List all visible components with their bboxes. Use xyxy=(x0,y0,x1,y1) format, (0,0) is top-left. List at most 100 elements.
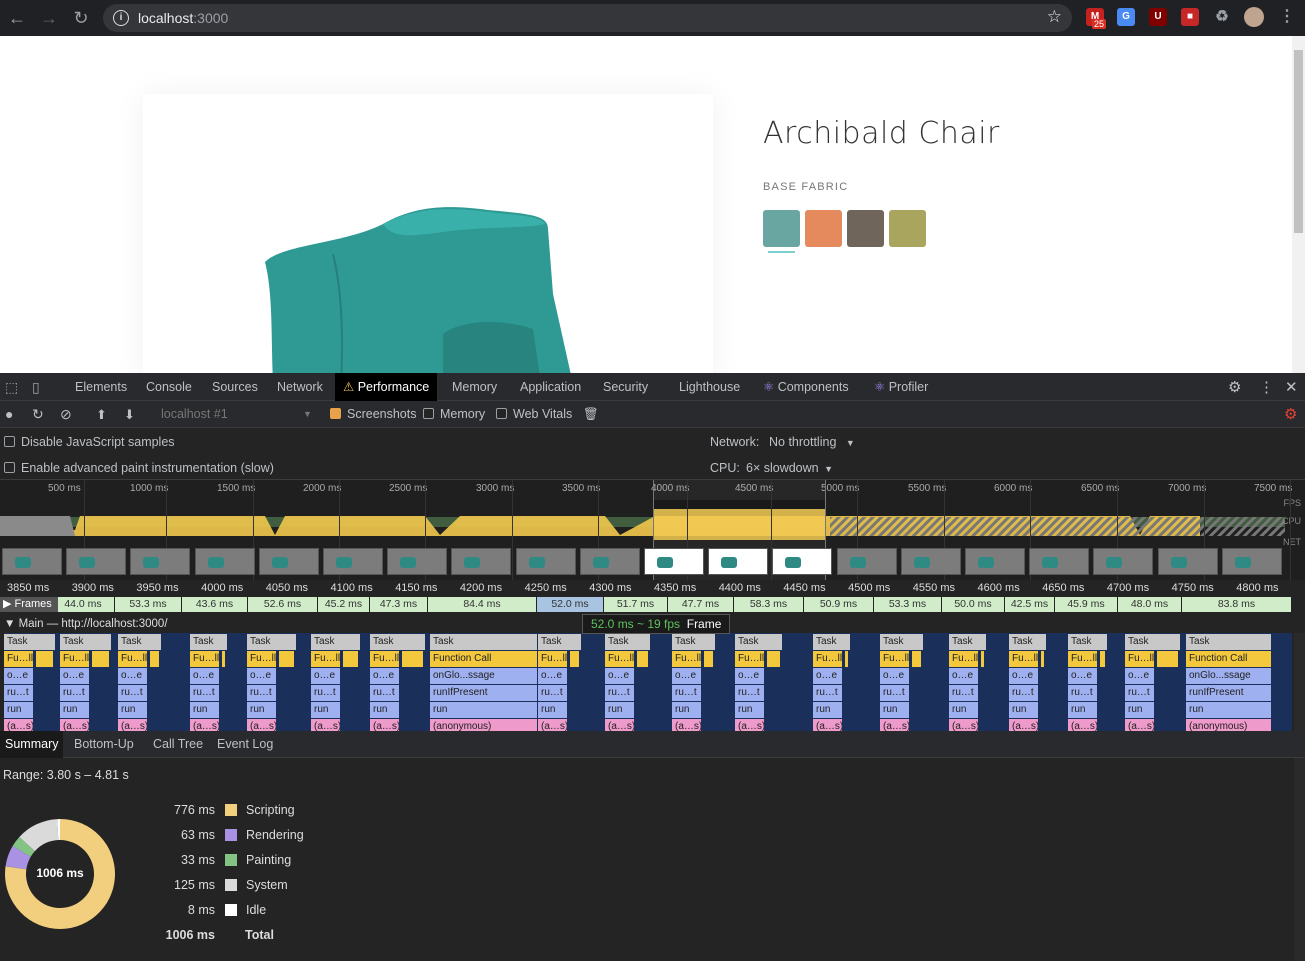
record-icon[interactable]: ● xyxy=(5,401,13,428)
ublock-extension-icon[interactable]: U xyxy=(1149,8,1167,26)
run-if-present-block[interactable]: ru…t xyxy=(311,685,341,701)
forward-icon[interactable]: → xyxy=(38,7,60,29)
reload-icon[interactable]: ↻ xyxy=(70,7,92,29)
anonymous-block[interactable]: (a…s) xyxy=(1125,719,1155,731)
tab-elements[interactable]: Elements xyxy=(75,373,127,401)
on-global-message-block[interactable]: o…e xyxy=(1009,668,1039,684)
advanced-paint-checkbox[interactable]: Enable advanced paint instrumentation (s… xyxy=(4,461,274,475)
frame-bar[interactable]: 51.7 ms xyxy=(604,597,668,612)
run-if-present-block[interactable]: ru…t xyxy=(1068,685,1098,701)
profile-select[interactable]: localhost #1 xyxy=(161,401,228,428)
run-if-present-block[interactable]: ru…t xyxy=(538,685,568,701)
filmstrip-screenshot[interactable] xyxy=(644,548,704,575)
task-block[interactable]: Task xyxy=(190,634,228,650)
tab-sources[interactable]: Sources xyxy=(212,373,258,401)
frame-bar[interactable]: 84.4 ms xyxy=(428,597,537,612)
run-if-present-block[interactable]: ru…t xyxy=(247,685,277,701)
frame-bar[interactable]: 43.6 ms xyxy=(182,597,248,612)
run-block[interactable]: run xyxy=(1125,702,1155,718)
on-global-message-block[interactable]: o…e xyxy=(813,668,843,684)
task-block[interactable]: Task xyxy=(60,634,112,650)
swatch-orange[interactable] xyxy=(805,210,842,247)
microtask-block[interactable] xyxy=(637,651,649,667)
task-block[interactable]: Task xyxy=(1186,634,1272,650)
redux-extension-icon[interactable]: ■ xyxy=(1181,8,1199,26)
microtask-block[interactable] xyxy=(845,651,849,667)
task-block[interactable]: Task xyxy=(1125,634,1181,650)
run-if-present-block[interactable]: ru…t xyxy=(118,685,148,701)
function-call-block[interactable]: Function Call xyxy=(1186,651,1272,667)
frame-bar[interactable]: 45.9 ms xyxy=(1055,597,1118,612)
on-global-message-block[interactable]: onGlo...ssage xyxy=(1186,668,1272,684)
anonymous-block[interactable]: (a…s) xyxy=(1009,719,1039,731)
on-global-message-block[interactable]: o…e xyxy=(311,668,341,684)
anonymous-block[interactable]: (a…s) xyxy=(880,719,910,731)
profile-avatar[interactable] xyxy=(1244,7,1264,27)
run-block[interactable]: run xyxy=(672,702,702,718)
task-block[interactable]: Task xyxy=(735,634,783,650)
frames-track[interactable]: 44.0 ms 53.3 ms 43.6 ms 52.6 ms 45.2 ms 47.3 … xyxy=(0,596,1305,613)
task-block[interactable]: Task xyxy=(1009,634,1047,650)
tab-network[interactable]: Network xyxy=(277,373,323,401)
inspect-element-icon[interactable]: ⬚ xyxy=(5,373,18,401)
anonymous-block[interactable]: (a…s) xyxy=(672,719,702,731)
anonymous-block[interactable]: (a…s) xyxy=(60,719,90,731)
anonymous-block[interactable]: (a…s) xyxy=(247,719,277,731)
filmstrip-screenshot[interactable] xyxy=(1221,548,1282,575)
run-if-present-block[interactable]: ru…t xyxy=(605,685,635,701)
run-block[interactable]: run xyxy=(880,702,910,718)
scrollbar-thumb[interactable] xyxy=(1294,50,1303,233)
run-block[interactable]: run xyxy=(605,702,635,718)
tab-security[interactable]: Security xyxy=(603,373,648,401)
function-call-block[interactable]: Function Call xyxy=(430,651,538,667)
screenshots-checkbox[interactable]: Screenshots xyxy=(330,401,416,428)
tab-event-log[interactable]: Event Log xyxy=(217,731,273,758)
anonymous-block[interactable]: (a…s) xyxy=(190,719,220,731)
function-call-block[interactable]: Fu…ll xyxy=(880,651,910,667)
task-block[interactable]: Task xyxy=(430,634,538,650)
on-global-message-block[interactable]: o…e xyxy=(949,668,979,684)
microtask-block[interactable] xyxy=(402,651,424,667)
frame-bar[interactable]: 47.7 ms xyxy=(668,597,734,612)
on-global-message-block[interactable]: o…e xyxy=(118,668,148,684)
flamechart-scrollbar[interactable] xyxy=(1294,633,1305,731)
anonymous-block[interactable]: (a…s) xyxy=(538,719,568,731)
task-block[interactable]: Task xyxy=(4,634,56,650)
site-info-icon[interactable]: i xyxy=(113,10,129,26)
load-profile-icon[interactable]: ⬆ xyxy=(96,401,107,428)
task-block[interactable]: Task xyxy=(949,634,987,650)
filmstrip-screenshot[interactable] xyxy=(258,548,319,575)
function-call-block[interactable]: Fu…ll xyxy=(247,651,277,667)
run-if-present-block[interactable]: ru…t xyxy=(949,685,979,701)
microtask-block[interactable] xyxy=(570,651,580,667)
run-block[interactable]: run xyxy=(247,702,277,718)
close-devtools-icon[interactable]: ✕ xyxy=(1285,373,1298,401)
anonymous-block[interactable]: (a…s) xyxy=(605,719,635,731)
task-block[interactable]: Task xyxy=(672,634,716,650)
frame-bar[interactable]: 52.6 ms xyxy=(248,597,318,612)
on-global-message-block[interactable]: o…e xyxy=(190,668,220,684)
anonymous-block[interactable]: (a…s) xyxy=(813,719,843,731)
function-call-block[interactable]: Fu…ll xyxy=(1068,651,1098,667)
filmstrip-screenshot[interactable] xyxy=(579,548,640,575)
microtask-block[interactable] xyxy=(981,651,985,667)
web-vitals-checkbox[interactable]: Web Vitals xyxy=(496,401,572,428)
filmstrip-screenshot[interactable] xyxy=(323,548,383,575)
run-block[interactable]: run xyxy=(430,702,538,718)
run-block[interactable]: run xyxy=(1068,702,1098,718)
run-if-present-block[interactable]: ru…t xyxy=(672,685,702,701)
on-global-message-block[interactable]: o…e xyxy=(4,668,34,684)
translate-extension-icon[interactable]: G xyxy=(1117,8,1135,26)
summary-scrollbar[interactable] xyxy=(1294,758,1305,961)
tab-memory[interactable]: Memory xyxy=(452,373,497,401)
task-block[interactable]: Task xyxy=(605,634,651,650)
run-block[interactable]: run xyxy=(4,702,34,718)
anonymous-block[interactable]: (a…s) xyxy=(1068,719,1098,731)
microtask-block[interactable] xyxy=(912,651,922,667)
filmstrip-screenshot[interactable] xyxy=(708,548,769,575)
tab-call-tree[interactable]: Call Tree xyxy=(153,731,203,758)
anonymous-block[interactable]: (anonymous) xyxy=(1186,719,1272,731)
on-global-message-block[interactable]: onGlo...ssage xyxy=(430,668,538,684)
save-profile-icon[interactable]: ⬇ xyxy=(124,401,135,428)
browser-menu-icon[interactable]: ⋮ xyxy=(1278,8,1296,26)
